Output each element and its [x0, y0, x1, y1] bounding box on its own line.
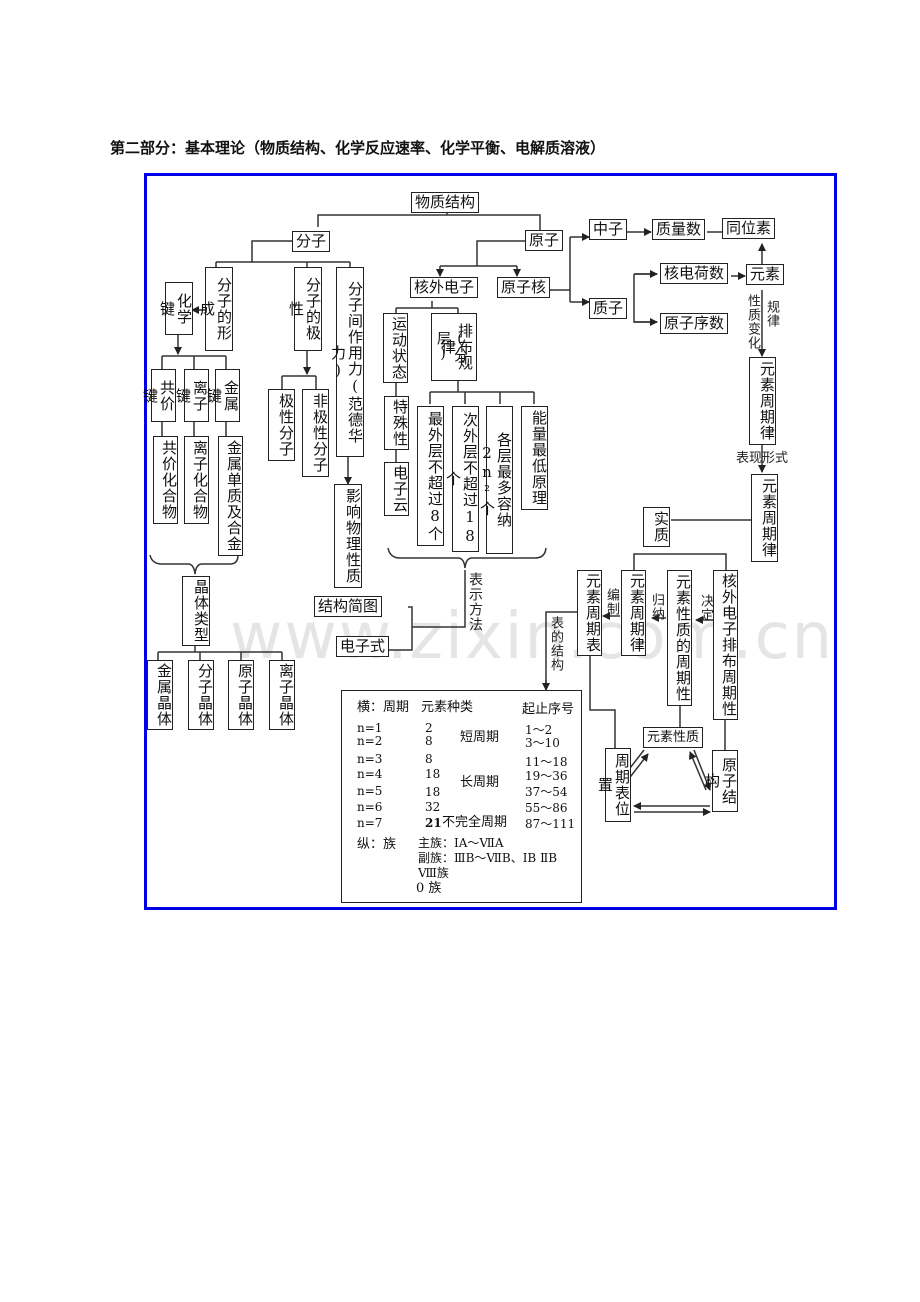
- node-essence: 实质: [643, 507, 670, 547]
- node-molecule: 分子: [292, 231, 331, 252]
- node-molecule-formation: 分子的形成: [198, 267, 233, 351]
- periodic-table-info: 横：周期 元素种类 起止序号 n=1 2 1～2 n=2 8 3～10 短周期 …: [341, 690, 582, 903]
- label-property-change: 性质变化: [745, 294, 760, 350]
- table-row-kinds: 8: [425, 734, 433, 748]
- node-electron-cloud: 电子云: [384, 462, 409, 516]
- table-row-n: n=3: [357, 752, 383, 766]
- node-atom: 原子: [525, 230, 564, 251]
- label-table-structure: 表的结构: [548, 616, 563, 672]
- label-induce: 归纳: [649, 593, 664, 621]
- table-long-period: 长周期: [460, 775, 500, 790]
- table-row-range: 87～111: [525, 817, 576, 831]
- table-group-label: 纵：族: [357, 837, 397, 852]
- table-incomplete-period: 不完全周期: [442, 815, 508, 830]
- node-intermolecular-force: 分子间作用力(范德华力): [329, 267, 364, 457]
- page-heading: 第二部分：基本理论（物质结构、化学反应速率、化学平衡、电解质溶液）: [110, 139, 606, 157]
- label-rule: 规律: [764, 300, 779, 328]
- node-table-position: 周期表位置: [596, 748, 631, 822]
- node-metallic-bond: 金属键: [205, 369, 240, 422]
- node-motion-state: 运动状态: [383, 313, 408, 383]
- node-metal-alloy: 金属单质及合金: [218, 436, 243, 556]
- node-atomic-structure: 原子结构: [703, 750, 738, 812]
- table-row-range: 55～86: [525, 801, 568, 815]
- table-sub-group: 副族：ⅢB～ⅦB、ⅠB ⅡB: [418, 851, 558, 865]
- table-row-range: 19～36: [525, 769, 568, 783]
- table-row-n: n=5: [357, 784, 383, 798]
- table-short-period: 短周期: [460, 730, 500, 745]
- table-header-period: 横：周期: [357, 700, 410, 715]
- node-polar-molecule: 极性分子: [268, 389, 295, 461]
- table-main-group: 主族：ⅠA～ⅦA: [418, 836, 504, 850]
- node-arrangement-rule-label: 排布规律: [439, 323, 474, 371]
- table-row-kinds: 21: [425, 816, 442, 830]
- node-property-periodicity: 元素性质的周期性: [667, 570, 692, 706]
- table-row-range: 3～10: [525, 736, 560, 750]
- node-nucleus: 原子核: [497, 277, 551, 298]
- table-header-range: 起止序号: [522, 702, 575, 717]
- node-neutron: 中子: [589, 219, 628, 240]
- node-electron-periodicity: 核外电子排布周期性: [713, 570, 738, 720]
- node-element: 元素: [746, 264, 785, 285]
- node-proton: 质子: [589, 298, 628, 319]
- table-row-kinds: 32: [425, 800, 441, 814]
- node-covalent-bond: 共价键: [141, 369, 176, 422]
- node-lowest-energy: 能量最低原理: [521, 406, 548, 510]
- node-ionic-compound: 离子化合物: [184, 436, 209, 524]
- node-molecule-polarity: 分子的极性: [287, 267, 322, 351]
- label-manifestation: 表现形式: [736, 451, 789, 466]
- label-representation: 表示方法: [467, 572, 483, 632]
- table-row-n: n=4: [357, 767, 383, 781]
- table-row-n: n=6: [357, 800, 383, 814]
- node-atomic-crystal: 原子晶体: [228, 660, 254, 730]
- node-extranuclear-electron: 核外电子: [410, 277, 479, 298]
- node-max-capacity-rule: 各层最多容纳2n²个: [478, 406, 513, 554]
- table-row-range: 11～18: [525, 755, 568, 769]
- node-chemical-bond: 化学键: [158, 282, 193, 335]
- node-atomic-number: 原子序数: [660, 313, 729, 334]
- node-arrangement-rule: (分层) 排布规律: [431, 313, 477, 381]
- table-row-kinds: 18: [425, 767, 441, 781]
- table-row-kinds: 18: [425, 785, 441, 799]
- table-row-kinds: 8: [425, 752, 433, 766]
- node-structure-diagram: 结构简图: [314, 596, 383, 617]
- node-outer-shell-rule: 最外层不超过8个: [417, 406, 444, 546]
- node-crystal-type: 晶体类型: [182, 576, 210, 646]
- node-specialty: 特殊性: [384, 396, 409, 450]
- node-molecular-crystal: 分子晶体: [188, 660, 214, 730]
- node-metal-crystal: 金属晶体: [147, 660, 173, 730]
- table-group-zero: 0 族: [416, 881, 442, 896]
- table-row-n: n=7: [357, 816, 383, 830]
- node-ionic-crystal: 离子晶体: [269, 660, 295, 730]
- table-header-kinds: 元素种类: [421, 700, 474, 715]
- table-group-viii: Ⅷ族: [418, 866, 449, 880]
- node-periodic-table: 元素周期表: [577, 570, 602, 656]
- node-element-property: 元素性质: [643, 727, 704, 748]
- node-nonpolar-molecule: 非极性分子: [302, 389, 329, 477]
- node-matter-structure: 物质结构: [411, 192, 480, 213]
- node-periodic-law-2: 元素周期律: [751, 474, 778, 562]
- node-physical-property: 影响物理性质: [334, 484, 362, 588]
- node-covalent-compound: 共价化合物: [153, 436, 178, 524]
- node-periodic-law-1: 元素周期律: [749, 357, 776, 445]
- label-determine: 决定: [698, 594, 713, 622]
- node-periodic-law-3: 元素周期律: [621, 570, 646, 656]
- node-nuclear-charge: 核电荷数: [660, 263, 729, 284]
- table-row-n: n=2: [357, 734, 383, 748]
- node-isotope: 同位素: [722, 218, 776, 239]
- node-mass-number: 质量数: [652, 219, 706, 240]
- node-electron-formula: 电子式: [336, 636, 390, 657]
- node-second-outer-rule: 次外层不超过18个: [444, 406, 479, 552]
- table-row-range: 37～54: [525, 785, 568, 799]
- label-compile: 编制: [604, 588, 619, 616]
